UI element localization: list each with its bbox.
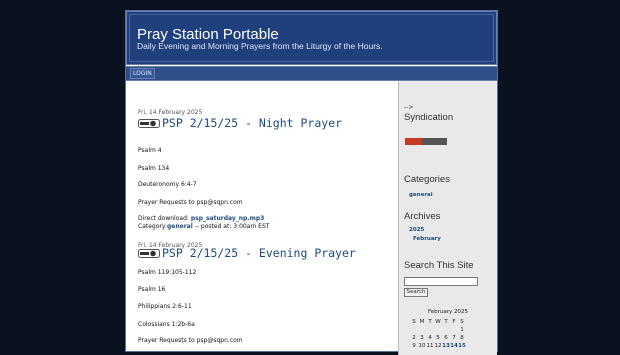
post-line: Psalm 4 [138,147,162,154]
search-input[interactable] [404,277,478,286]
podcast-icon [138,247,160,258]
weekday: W [435,319,441,325]
post-line: Deuteronomy 6:4-7 [138,181,197,188]
calendar-day: 1 [460,327,464,333]
rss-badge-left [405,138,422,145]
site-header: Pray Station Portable Daily Evening and … [126,11,497,65]
syndication-arrow: --> [404,104,414,111]
calendar-day-link[interactable]: 14 [450,343,458,349]
top-nav: LOGIN [126,66,497,81]
search-heading: Search This Site [404,260,474,271]
post-line: Psalm 134 [138,165,170,172]
post-line: Philippians 2:6-11 [138,303,192,310]
post-line: Psalm 119:105-112 [138,269,197,276]
sidebar: --> Syndication Categories general Archi… [398,81,497,355]
post-title[interactable]: PSP 2/15/25 - Night Prayer [138,116,342,130]
calendar-day: 6 [444,335,448,341]
calendar-day: 10 [418,343,426,349]
weekday: T [444,319,448,325]
post-title-text[interactable]: PSP 2/15/25 - Evening Prayer [162,246,356,260]
calendar-day-link[interactable]: 15 [458,343,466,349]
rss-feed-badge[interactable] [405,138,447,145]
search-button[interactable]: Search [404,288,428,297]
rss-badge-right [422,138,447,145]
calendar: February 2025 SMTWTFS 1 2345678 9 1011121… [404,301,492,349]
post-meta: Category:general -- posted at: 3:00am ES… [138,223,269,230]
calendar-day: 11 [426,343,434,349]
post-date: Fri, 14 February 2025 [138,109,203,116]
categories-heading: Categories [404,174,450,185]
weekday: M [419,319,425,325]
weekday: S [412,319,416,325]
weekday: T [428,319,432,325]
archive-month-link[interactable]: February [413,236,441,242]
post-title-text[interactable]: PSP 2/15/25 - Night Prayer [162,116,342,130]
calendar-day: 12 [434,343,442,349]
syndication-heading: Syndication [404,112,454,123]
archives-heading: Archives [404,211,441,222]
calendar-day: 8 [460,335,464,341]
post-line: Colossians 1:2b-6a [138,321,195,328]
post-title[interactable]: PSP 2/15/25 - Evening Prayer [138,246,356,260]
calendar-week: 2345678 [410,335,466,341]
podcast-icon [138,117,160,128]
calendar-week: 1 [410,327,466,333]
calendar-day: 5 [436,335,440,341]
download-label: Direct download: [138,215,189,222]
category-link[interactable]: general [167,223,193,230]
calendar-week: 9 101112131415 [410,343,466,349]
post-line: Prayer Requests to psp@sqpn.com [138,199,243,206]
download-link[interactable]: psp_saturday_np.mp3 [191,215,265,222]
calendar-day-link[interactable]: 13 [442,343,450,349]
page-container: Pray Station Portable Daily Evening and … [125,10,498,355]
calendar-weekdays: SMTWTFS [410,319,466,325]
category-label: Category: [138,223,167,230]
calendar-day: 7 [452,335,456,341]
archive-year-link[interactable]: 2025 [409,227,424,233]
calendar-day: 9 [412,343,416,349]
login-link[interactable]: LOGIN [130,68,155,79]
post-line: Psalm 16 [138,286,166,293]
calendar-day: 2 [412,335,416,341]
calendar-day: 4 [428,335,432,341]
site-description: Daily Evening and Morning Prayers from t… [137,41,383,51]
weekday: S [460,319,464,325]
calendar-title: February 2025 [427,309,469,315]
direct-download: Direct download: psp_saturday_np.mp3 [138,215,264,222]
posted-at: -- posted at: 3:00am EST [192,223,270,230]
weekday: F [452,319,456,325]
calendar-day: 3 [420,335,424,341]
category-general-link[interactable]: general [409,192,433,198]
